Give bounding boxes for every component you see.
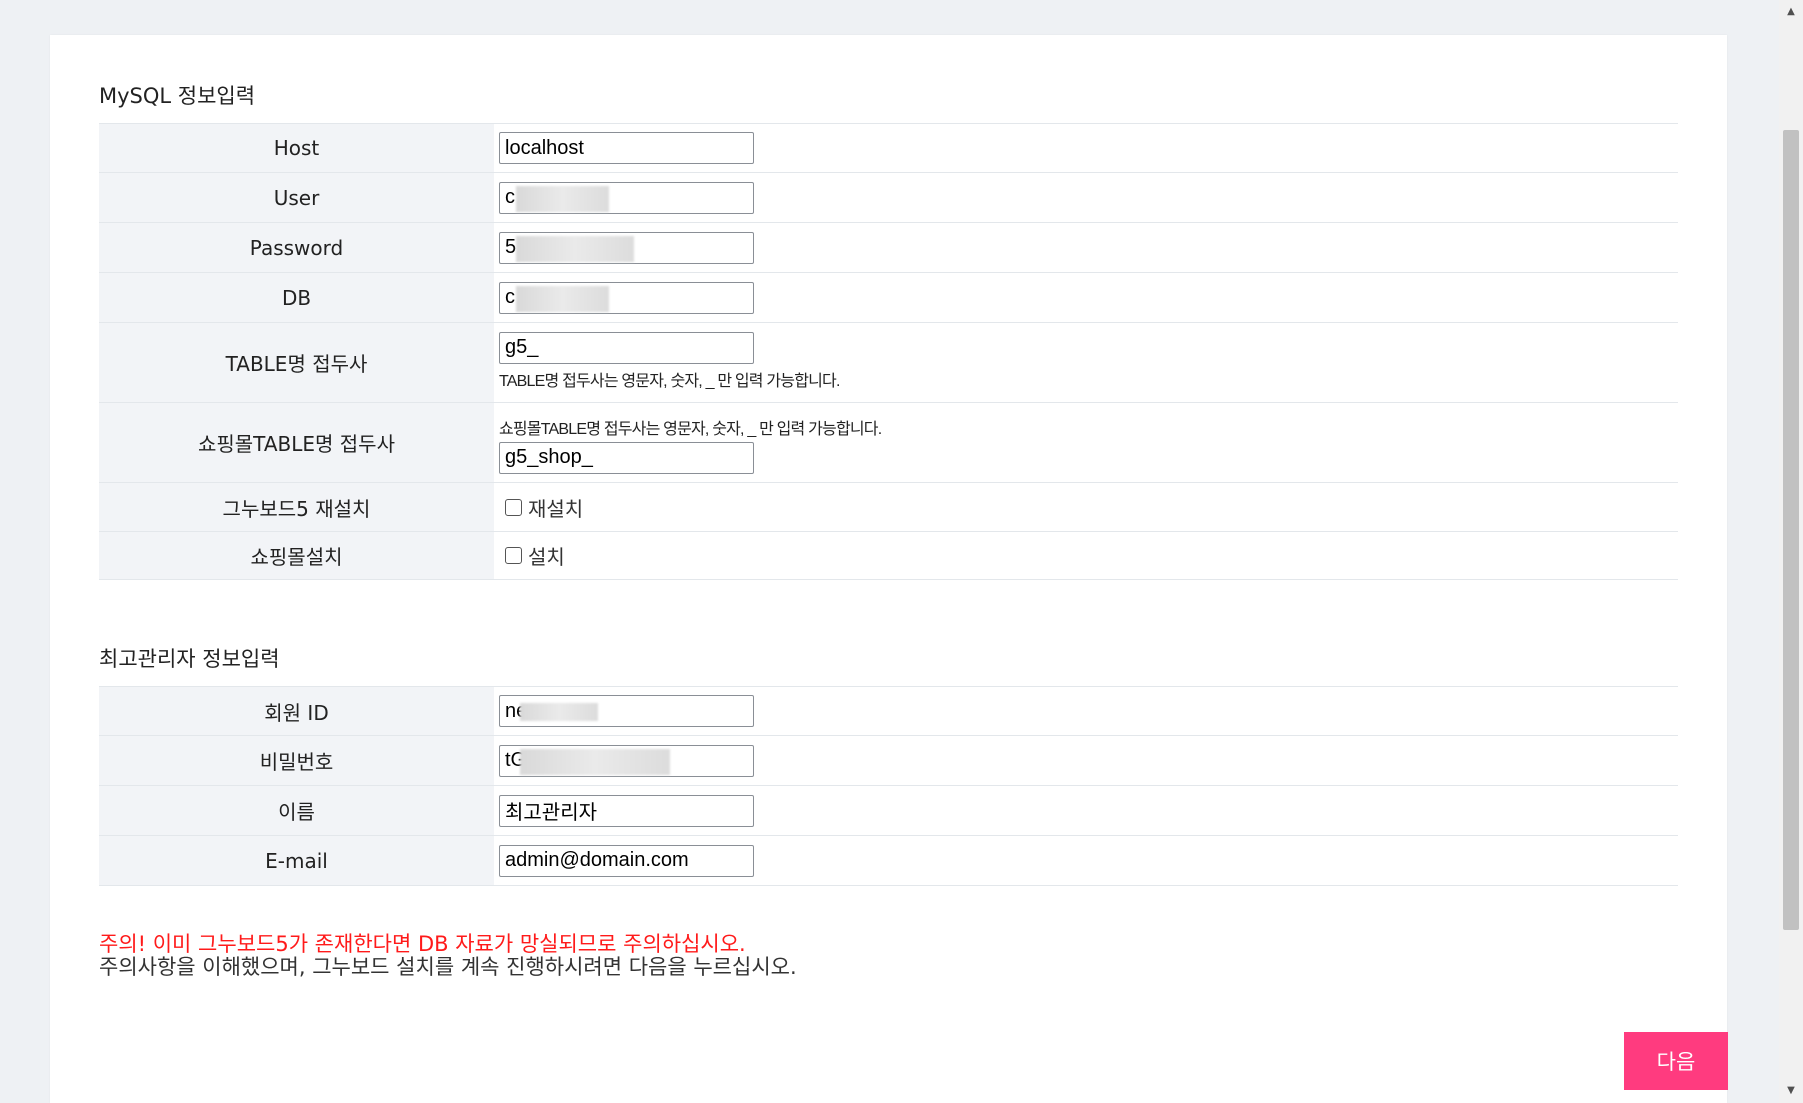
db-row: DB — [99, 272, 1678, 323]
scroll-thumb[interactable] — [1783, 130, 1799, 930]
admin-form-table: 회원 ID 비밀번호 이름 E-mail — [99, 686, 1678, 886]
mysql-section-title: MySQL 정보입력 — [99, 84, 256, 108]
password-row: Password — [99, 222, 1678, 273]
redaction-blur — [516, 235, 634, 262]
reinstall-row: 그누보드5 재설치 재설치 — [99, 482, 1678, 532]
user-label: User — [99, 172, 494, 223]
db-label: DB — [99, 272, 494, 323]
admin-section-title: 최고관리자 정보입력 — [99, 647, 280, 671]
table-prefix-row: TABLE명 접두사 TABLE명 접두사는 영문자, 숫자, _ 만 입력 가… — [99, 322, 1678, 403]
reinstall-checkbox[interactable] — [505, 498, 522, 516]
user-row: User — [99, 172, 1678, 223]
redaction-blur — [516, 185, 609, 212]
table-prefix-help: TABLE명 접두사는 영문자, 숫자, _ 만 입력 가능합니다. — [499, 372, 840, 390]
scroll-up-arrow-icon[interactable]: ▲ — [1779, 0, 1803, 24]
admin-id-label: 회원 ID — [99, 686, 494, 736]
table-prefix-label: TABLE명 접두사 — [99, 322, 494, 403]
instruction-text: 주의사항을 이해했으며, 그누보드 설치를 계속 진행하시려면 다음을 누르십시… — [99, 955, 797, 979]
next-button[interactable]: 다음 — [1624, 1032, 1728, 1090]
mysql-form-table: Host User Password DB — [99, 123, 1678, 580]
admin-name-input[interactable] — [499, 794, 754, 827]
shop-prefix-help: 쇼핑몰TABLE명 접두사는 영문자, 숫자, _ 만 입력 가능합니다. — [499, 420, 882, 438]
shop-install-row: 쇼핑몰설치 설치 — [99, 531, 1678, 580]
admin-email-input[interactable] — [499, 844, 754, 877]
redaction-blur — [520, 703, 598, 721]
password-label: Password — [99, 222, 494, 273]
reinstall-checkbox-label[interactable]: 재설치 — [528, 493, 583, 522]
admin-password-label: 비밀번호 — [99, 735, 494, 786]
notice: 주의! 이미 그누보드5가 존재한다면 DB 자료가 망실되므로 주의하십시오.… — [99, 933, 797, 979]
shop-prefix-row: 쇼핑몰TABLE명 접두사 쇼핑몰TABLE명 접두사는 영문자, 숫자, _ … — [99, 402, 1678, 483]
admin-id-row: 회원 ID — [99, 686, 1678, 736]
admin-name-label: 이름 — [99, 785, 494, 836]
install-panel: MySQL 정보입력 Host User Password — [50, 35, 1728, 1103]
vertical-scrollbar[interactable]: ▲ ▼ — [1779, 0, 1803, 1103]
admin-password-row: 비밀번호 — [99, 735, 1678, 786]
shop-prefix-input[interactable] — [499, 441, 754, 474]
admin-email-row: E-mail — [99, 835, 1678, 886]
host-row: Host — [99, 123, 1678, 173]
table-prefix-input[interactable] — [499, 331, 754, 364]
warning-text: 주의! 이미 그누보드5가 존재한다면 DB 자료가 망실되므로 주의하십시오. — [99, 932, 746, 956]
host-label: Host — [99, 123, 494, 173]
admin-email-label: E-mail — [99, 835, 494, 886]
admin-name-row: 이름 — [99, 785, 1678, 836]
redaction-blur — [516, 285, 609, 312]
host-input[interactable] — [499, 132, 754, 164]
shop-prefix-label: 쇼핑몰TABLE명 접두사 — [99, 402, 494, 483]
reinstall-label: 그누보드5 재설치 — [99, 482, 494, 532]
shop-install-label: 쇼핑몰설치 — [99, 531, 494, 580]
shop-install-checkbox-label[interactable]: 설치 — [528, 541, 565, 570]
shop-install-checkbox[interactable] — [505, 547, 522, 564]
scroll-down-arrow-icon[interactable]: ▼ — [1779, 1079, 1803, 1103]
redaction-blur — [520, 748, 670, 775]
